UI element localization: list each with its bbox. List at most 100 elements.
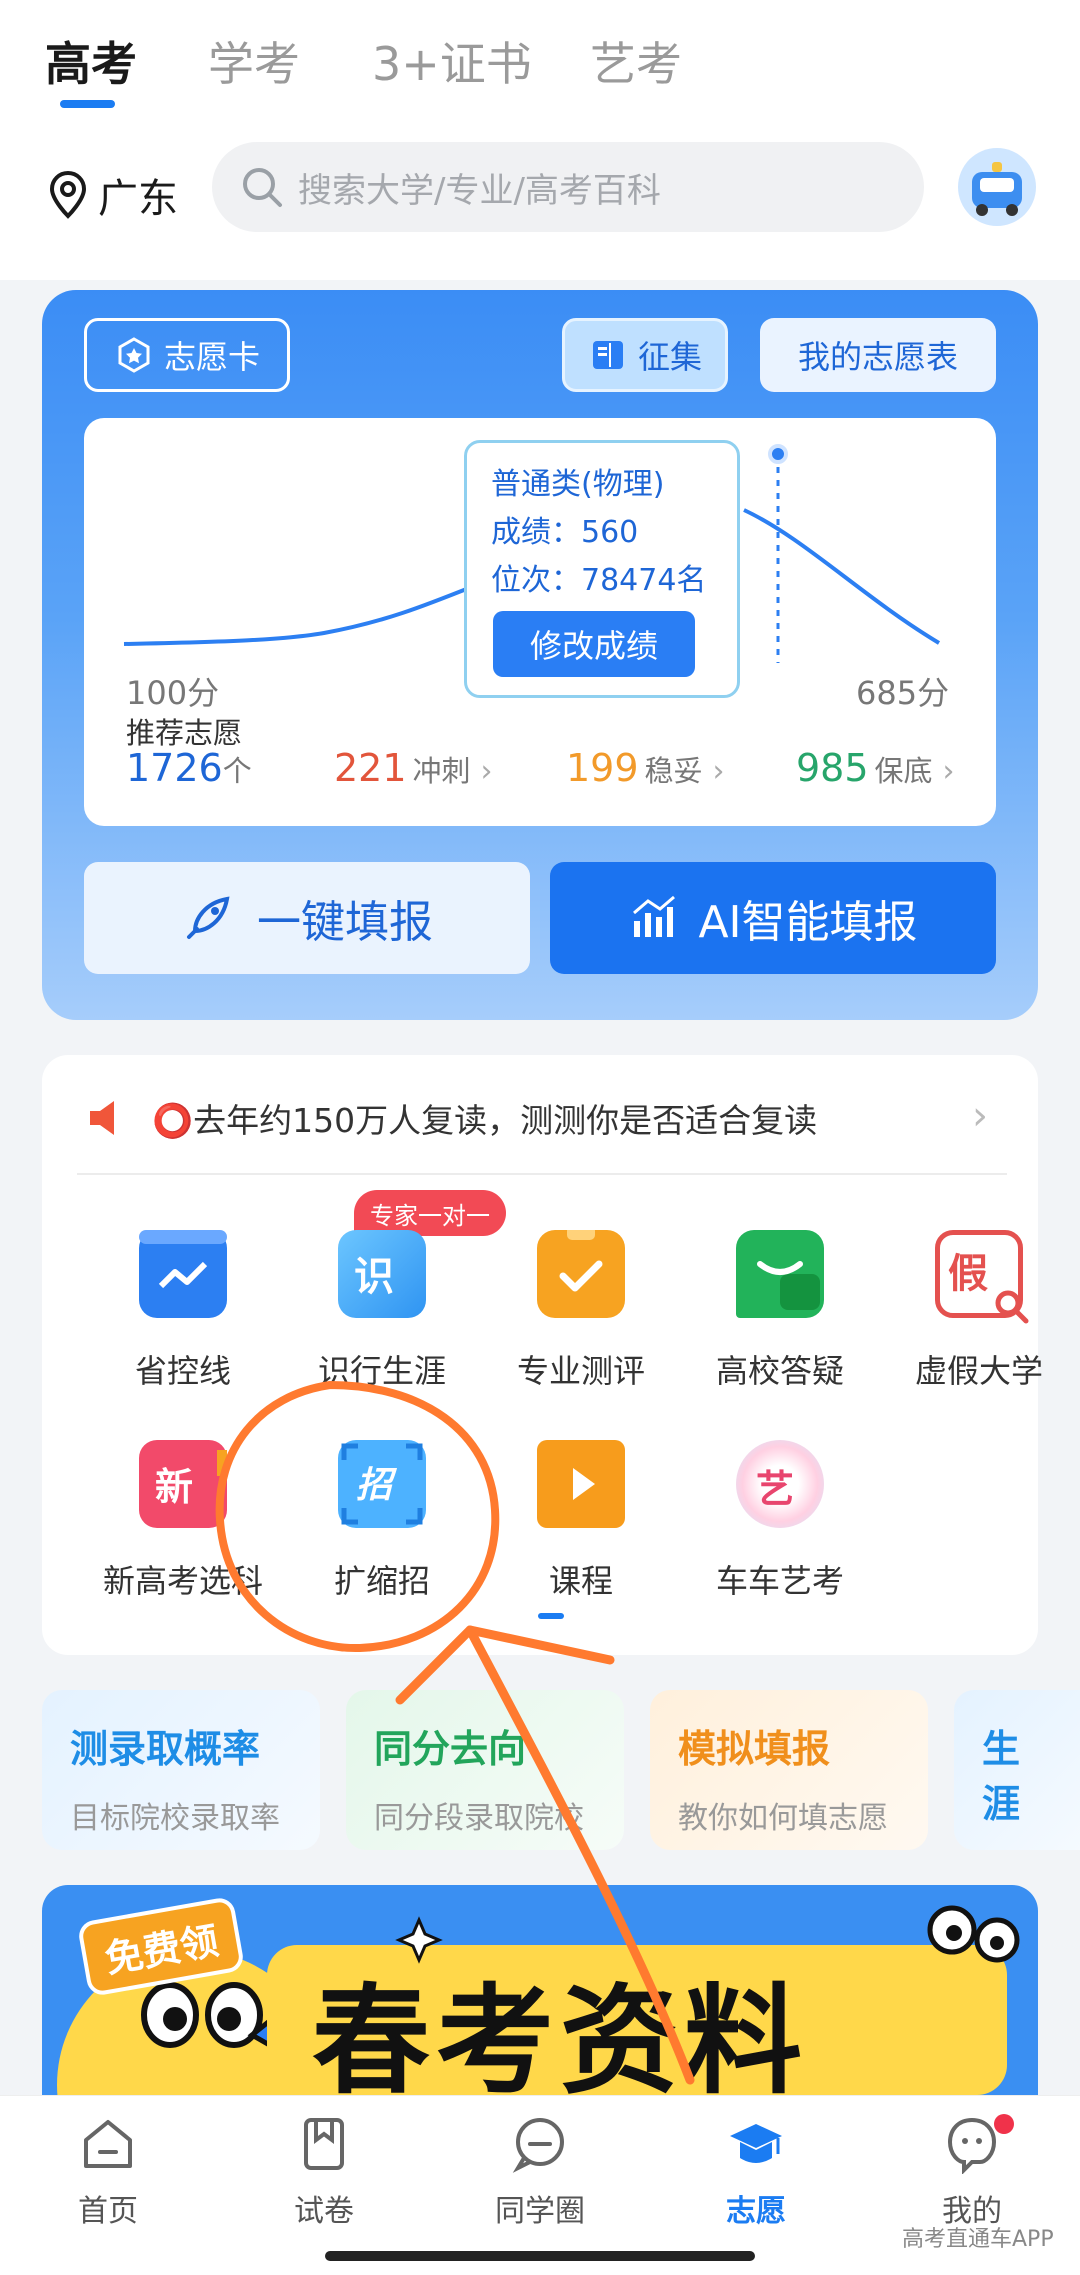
car-avatar-icon: [972, 162, 1022, 216]
grid-item-enrollment-change[interactable]: 招 扩缩招: [282, 1440, 482, 1602]
grid-label: 专业测评: [516, 1352, 645, 1390]
nav-label: 同学圈: [495, 2194, 585, 2229]
promo-subtitle: 未来: [982, 1848, 1052, 1850]
nav-me[interactable]: 我的: [902, 2114, 1042, 2230]
collect-button[interactable]: 征集: [562, 318, 728, 392]
grid-item-courses[interactable]: 课程: [481, 1440, 681, 1602]
grid-item-college-qa[interactable]: 高校答疑: [680, 1230, 880, 1392]
bottom-nav: 首页 试卷 同学圈 志愿 我的 高考直通车APP: [0, 2095, 1080, 2275]
stat-chongci[interactable]: 221 冲刺 ›: [334, 746, 493, 790]
nav-home[interactable]: 首页: [38, 2114, 178, 2230]
tooltip-score: 成绩：560: [491, 515, 639, 550]
chevron-right-icon: ›: [972, 1093, 988, 1139]
nav-label: 首页: [78, 2194, 138, 2229]
rocket-icon: [187, 896, 230, 939]
nav-label: 试卷: [294, 2194, 354, 2229]
promo-subtitle: 目标院校录取率: [70, 1801, 280, 1836]
stat-wentuo-count: 199: [566, 746, 639, 790]
chevron-right-icon: ›: [712, 754, 725, 789]
fake-search-icon: 假: [935, 1230, 1029, 1324]
tooltip-rank: 位次：78474名: [491, 563, 707, 598]
grid-label: 识行生涯: [317, 1352, 446, 1390]
chevron-right-icon: ›: [942, 754, 955, 789]
edit-score-button[interactable]: 修改成绩: [493, 611, 695, 677]
notice-bar[interactable]: ⭕去年约150万人复读，测测你是否适合复读: [84, 1083, 984, 1153]
clipboard-check-icon: [537, 1230, 625, 1318]
stat-baodi-label: 保底: [874, 754, 933, 788]
promo-same-score[interactable]: 同分去向 同分段录取院校: [346, 1690, 624, 1850]
chart-line-icon: [139, 1230, 227, 1318]
book-icon: [592, 341, 623, 369]
tooltip-category: 普通类(物理): [491, 467, 665, 502]
paper-icon: [304, 2118, 344, 2170]
notification-dot: [994, 2114, 1014, 2134]
grid-item-cheche-art[interactable]: 艺 车车艺考: [680, 1440, 880, 1602]
search-input[interactable]: 搜索大学/专业/高考百科: [212, 142, 924, 232]
user-face-icon: [947, 2117, 997, 2175]
nav-papers[interactable]: 试卷: [254, 2114, 394, 2230]
nav-classmates[interactable]: 同学圈: [470, 2114, 610, 2230]
feature-grid-card: ⭕去年约150万人复读，测测你是否适合复读 › 专家一对一 省控线 识 识行生涯…: [42, 1055, 1043, 1655]
volunteer-card: 志愿卡 征集 我的志愿表 100分 685分 普通类(物理) 成绩：560 位次…: [42, 290, 1038, 1020]
notice-text: ⭕去年约150万人复读，测测你是否适合复读: [152, 1101, 818, 1140]
tab-certificate[interactable]: 3+证书: [372, 28, 532, 94]
promo-career[interactable]: 生涯 未来: [954, 1690, 1080, 1850]
promo-subtitle: 教你如何填志愿: [678, 1801, 888, 1836]
nav-volunteer[interactable]: 志愿: [686, 2114, 826, 2230]
promo-title: 生涯: [982, 1727, 1021, 1826]
banner-title: 春考资料: [312, 1972, 809, 2100]
grid-label: 课程: [548, 1562, 613, 1600]
promo-title: 同分去向: [374, 1727, 527, 1771]
play-screen-icon: [537, 1440, 625, 1528]
location-pin-icon: [49, 170, 87, 219]
one-click-fill-label: 一键填报: [257, 897, 433, 948]
location-selector[interactable]: 广东: [48, 165, 178, 225]
shi-icon: 识: [338, 1230, 426, 1318]
one-click-fill-button[interactable]: 一键填报: [84, 862, 530, 974]
spring-exam-banner[interactable]: 免费领 春考资料: [42, 1885, 1038, 2100]
tab-xuekao[interactable]: 学考: [208, 28, 300, 94]
stat-baodi[interactable]: 985 保底 ›: [796, 746, 955, 790]
xin-book-icon: 新: [139, 1440, 227, 1528]
tab-gaokao[interactable]: 高考: [45, 28, 137, 94]
recommend-total[interactable]: 1726 个: [126, 746, 252, 790]
promo-subtitle: 同分段录取院校: [374, 1801, 584, 1836]
grid-label: 高校答疑: [715, 1352, 844, 1390]
active-tab-indicator: [60, 100, 115, 108]
diamond-badge-icon: [118, 337, 150, 373]
search-placeholder: 搜索大学/专业/高考百科: [298, 170, 661, 211]
volunteer-card-button[interactable]: 志愿卡: [84, 318, 290, 392]
avatar[interactable]: [958, 148, 1036, 226]
nav-label: 志愿: [726, 2194, 786, 2229]
page-indicator: [538, 1613, 564, 1619]
promo-admission-probability[interactable]: 测录取概率 目标院校录取率: [42, 1690, 320, 1850]
location-label: 广东: [98, 176, 178, 222]
grid-label: 新高考选科: [102, 1562, 263, 1600]
recommend-count: 1726: [126, 746, 223, 790]
chat-bubble-icon: [736, 1230, 824, 1318]
my-volunteer-table-button[interactable]: 我的志愿表: [760, 318, 996, 392]
ai-fill-button[interactable]: AI智能填报: [550, 862, 996, 974]
promo-mock-fill[interactable]: 模拟填报 教你如何填志愿: [650, 1690, 928, 1850]
zhao-icon: 招: [338, 1440, 426, 1528]
tab-yikao[interactable]: 艺考: [590, 28, 682, 94]
divider: [77, 1173, 1007, 1175]
collect-label: 征集: [637, 338, 702, 376]
grid-item-provincial-line[interactable]: 省控线: [83, 1230, 283, 1392]
stat-wentuo[interactable]: 199 稳妥 ›: [566, 746, 725, 790]
grid-item-new-gaokao-subjects[interactable]: 新 新高考选科: [83, 1440, 283, 1602]
search-icon: [243, 168, 282, 207]
volunteer-card-label: 志愿卡: [163, 338, 260, 376]
grid-item-fake-university[interactable]: 假 虚假大学: [879, 1230, 1079, 1392]
grid-label: 车车艺考: [715, 1562, 844, 1600]
watermark-text: 高考直通车APP: [902, 2227, 1054, 2252]
stat-wentuo-label: 稳妥: [644, 754, 703, 788]
stat-chongci-label: 冲刺: [412, 754, 471, 788]
ai-chart-icon: [633, 895, 676, 937]
recommend-unit: 个: [222, 754, 252, 788]
grid-label: 扩缩招: [333, 1562, 430, 1600]
axis-min-label: 100分: [126, 674, 220, 712]
grid-item-major-assessment[interactable]: 专业测评: [481, 1230, 681, 1392]
grid-label: 虚假大学: [914, 1352, 1043, 1390]
grid-item-shixing-career[interactable]: 识 识行生涯: [282, 1230, 482, 1392]
